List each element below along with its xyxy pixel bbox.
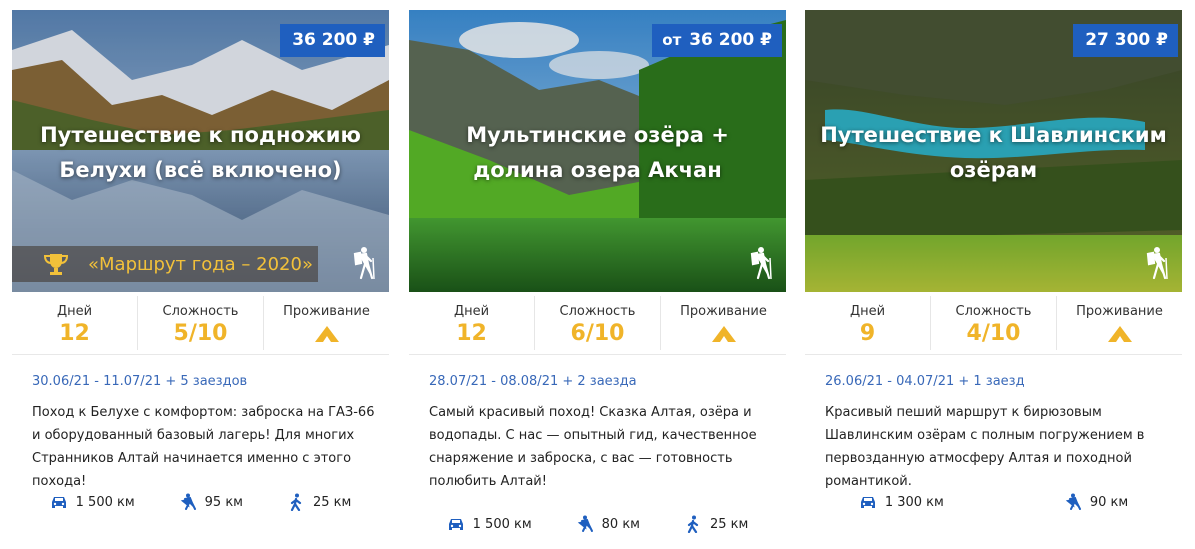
stat-difficulty: Сложность 6/10 [535, 296, 661, 350]
stat-value: 5/10 [173, 321, 228, 346]
stat-lodging: Проживание [1057, 296, 1182, 350]
car-icon [860, 497, 875, 508]
stat-label: Сложность [162, 304, 239, 319]
tour-title[interactable]: Мультинские озёра + долина озера Акчан [419, 118, 776, 188]
metric-horse: 80 км [576, 515, 640, 533]
tour-metrics: 1 300 км 90 км [805, 493, 1182, 511]
price-badge: от 36 200 ₽ [652, 24, 782, 57]
stat-value: 12 [59, 321, 90, 346]
metric-walk: 25 км [684, 515, 748, 533]
divider [12, 354, 389, 355]
price-value: 36 200 ₽ [292, 30, 375, 50]
tour-dates: 28.07/21 - 08.08/21 + 2 заезда [429, 374, 637, 389]
stat-value: 4/10 [966, 321, 1021, 346]
horse-rider-icon [577, 515, 593, 532]
stat-days: Дней 12 [409, 296, 535, 350]
stat-label: Сложность [559, 304, 636, 319]
hiker-icon [353, 247, 375, 280]
tour-title[interactable]: Путешествие к подножию Белухи (всё включ… [22, 118, 379, 188]
tour-dates: 30.06/21 - 11.07/21 + 5 заездов [32, 374, 248, 389]
stat-label: Проживание [1076, 304, 1163, 319]
stat-days: Дней 12 [12, 296, 138, 350]
price-badge: 27 300 ₽ [1073, 24, 1178, 57]
tour-metrics: 1 500 км 80 км 25 км [409, 515, 786, 533]
stat-label: Дней [56, 304, 93, 319]
tent-icon [711, 326, 736, 342]
price-badge: 36 200 ₽ [280, 24, 385, 57]
metric-horse: 90 км [1064, 493, 1128, 511]
stat-difficulty: Сложность 4/10 [931, 296, 1057, 350]
walking-icon [290, 493, 302, 511]
stat-lodging: Проживание [264, 296, 389, 350]
stat-label: Проживание [680, 304, 767, 319]
tour-stats: Дней 12 Сложность 6/10 Проживание [409, 292, 786, 354]
stat-value: 12 [456, 321, 487, 346]
price-value: 36 200 ₽ [689, 30, 772, 50]
award-text: «Маршрут года – 2020» [88, 253, 313, 275]
price-value: 27 300 ₽ [1085, 30, 1168, 50]
stat-label: Дней [849, 304, 886, 319]
metric-horse: 95 км [179, 493, 243, 511]
stat-lodging: Проживание [661, 296, 786, 350]
metric-car: 1 500 км [447, 515, 532, 533]
stat-value: 9 [859, 321, 876, 346]
metric-value: 25 км [313, 494, 352, 510]
tour-photo[interactable]: 36 200 ₽ Путешествие к подножию Белухи (… [12, 10, 389, 292]
car-icon [448, 519, 463, 530]
tour-photo[interactable]: 27 300 ₽ Путешествие к Шавлинским озёрам [805, 10, 1182, 292]
metric-value: 25 км [710, 516, 749, 532]
stat-label: Проживание [283, 304, 370, 319]
tour-stats: Дней 12 Сложность 5/10 Проживание [12, 292, 389, 354]
tour-description: Поход к Белухе с комфортом: заброска на … [32, 405, 375, 489]
tour-card[interactable]: 36 200 ₽ Путешествие к подножию Белухи (… [12, 10, 389, 549]
stat-difficulty: Сложность 5/10 [138, 296, 264, 350]
metric-value: 1 300 км [884, 494, 944, 510]
metric-car: 1 300 км [859, 493, 944, 511]
tour-dates: 26.06/21 - 04.07/21 + 1 заезд [825, 374, 1025, 389]
divider [409, 354, 786, 355]
walking-icon [687, 515, 699, 533]
metric-value: 1 500 км [472, 516, 532, 532]
tent-icon [314, 326, 339, 342]
divider [805, 354, 1182, 355]
stat-days: Дней 9 [805, 296, 931, 350]
stat-label: Дней [453, 304, 490, 319]
metric-car: 1 500 км [50, 493, 135, 511]
tour-metrics: 1 500 км 95 км 25 км [12, 493, 389, 511]
trophy-icon [43, 254, 69, 275]
tour-description: Самый красивый поход! Сказка Алтая, озёр… [429, 405, 757, 489]
metric-value: 95 км [204, 494, 243, 510]
price-prefix: от [662, 31, 682, 49]
metric-value: 90 км [1089, 494, 1129, 510]
stat-value: 6/10 [570, 321, 625, 346]
tour-card[interactable]: от 36 200 ₽ Мультинские озёра + долина о… [409, 10, 786, 549]
hiker-icon [1146, 247, 1168, 280]
tour-card[interactable]: 27 300 ₽ Путешествие к Шавлинским озёрам… [805, 10, 1182, 549]
tour-description: Красивый пеший маршрут к бирюзовым Шавли… [825, 405, 1145, 489]
hiker-icon [750, 247, 772, 280]
tour-title[interactable]: Путешествие к Шавлинским озёрам [815, 118, 1172, 188]
metric-walk: 25 км [287, 493, 351, 511]
horse-rider-icon [1065, 493, 1081, 510]
tour-stats: Дней 9 Сложность 4/10 Проживание [805, 292, 1182, 354]
tent-icon [1107, 326, 1132, 342]
metric-value: 1 500 км [75, 494, 135, 510]
horse-rider-icon [180, 493, 196, 510]
metric-value: 80 км [601, 516, 640, 532]
stat-label: Сложность [955, 304, 1032, 319]
tour-photo[interactable]: от 36 200 ₽ Мультинские озёра + долина о… [409, 10, 786, 292]
car-icon [51, 497, 66, 508]
award-banner: «Маршрут года – 2020» [12, 246, 318, 282]
